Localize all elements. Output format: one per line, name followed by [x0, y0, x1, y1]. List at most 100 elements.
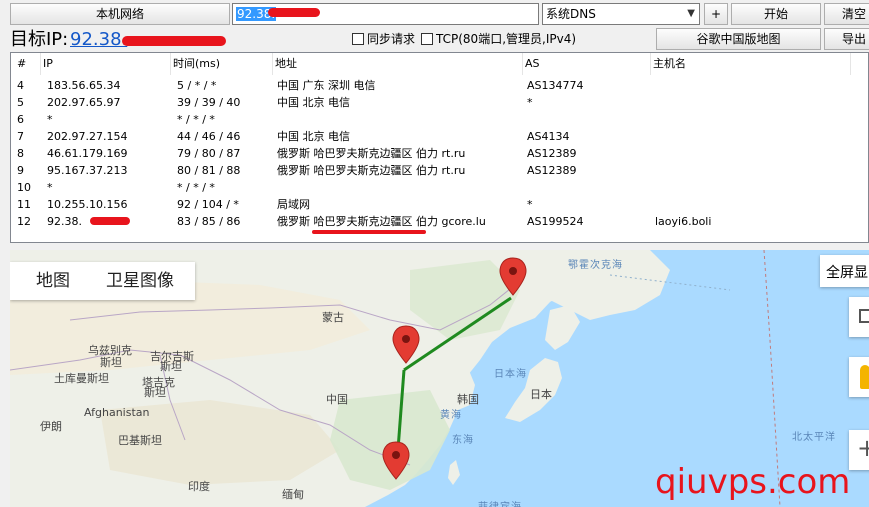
cell-time: 92 / 104 / * [177, 198, 239, 211]
col-header-index[interactable]: # [11, 53, 41, 75]
tcp-mode-checkbox[interactable]: TCP(80端口,管理员,IPv4) [421, 31, 576, 47]
street-view-pegman[interactable] [849, 357, 869, 397]
map-type-tabs: 地图 卫星图像 [10, 262, 195, 300]
cell-index: 6 [17, 113, 24, 126]
sync-request-checkbox[interactable]: 同步请求 [352, 31, 415, 47]
dns-select[interactable]: 系统DNS ▼ [542, 3, 700, 25]
fullscreen-label: 全屏显 [826, 265, 868, 281]
cell-address: 中国 北京 电信 [277, 96, 350, 109]
col-header-address[interactable]: 地址 [273, 53, 523, 75]
cell-ip: 95.167.37.213 [47, 164, 128, 177]
dns-select-value: 系统DNS [546, 7, 596, 21]
table-header: # IP 时间(ms) 地址 AS 主机名 [11, 53, 868, 75]
export-button[interactable]: 导出 [824, 28, 869, 50]
map-label-okhotsk: 鄂霍次克海 [568, 260, 623, 271]
cell-time: 80 / 81 / 88 [177, 164, 241, 177]
cell-time: * / * / * [177, 181, 215, 194]
cell-ip: * [47, 113, 53, 126]
map-label-korea: 韩国 [457, 393, 479, 406]
cell-index: 12 [17, 215, 31, 228]
map-label-uzbekistan-2: 斯坦 [100, 356, 122, 369]
google-map-button[interactable]: 谷歌中国版地图 [656, 28, 821, 50]
map-label-east-sea: 东海 [452, 435, 474, 446]
chevron-down-icon: ▼ [687, 8, 695, 19]
table-row[interactable]: 7 202.97.27.154 44 / 46 / 46 中国 北京 电信 AS4134 [11, 128, 868, 145]
map-label-japan: 日本 [530, 388, 552, 401]
cell-index: 11 [17, 198, 31, 211]
pegman-icon [860, 365, 869, 389]
cell-index: 7 [17, 130, 24, 143]
sync-request-label: 同步请求 [367, 32, 416, 46]
tab-map[interactable]: 地图 [36, 262, 70, 300]
col-header-as[interactable]: AS [523, 53, 651, 75]
cell-as: AS199524 [527, 215, 584, 228]
cell-time: 39 / 39 / 40 [177, 96, 241, 109]
trace-results-table[interactable]: # IP 时间(ms) 地址 AS 主机名 4 183.56.65.34 5 / *… [10, 52, 869, 243]
fullscreen-toggle-button[interactable] [849, 297, 869, 337]
cell-index: 4 [17, 79, 24, 92]
cell-as: AS12389 [527, 147, 577, 160]
cell-ip: * [47, 181, 53, 194]
col-header-hostname[interactable]: 主机名 [651, 53, 851, 75]
table-row[interactable]: 12 92.38. 83 / 85 / 86 俄罗斯 哈巴罗夫斯克边疆区 伯力 gco… [11, 213, 868, 230]
table-row[interactable]: 10 * * / * / * [11, 179, 868, 196]
table-row[interactable]: 9 95.167.37.213 80 / 81 / 88 俄罗斯 哈巴罗夫斯克边疆区 … [11, 162, 868, 179]
cell-hostname: laoyi6.boli [655, 215, 712, 228]
cell-index: 5 [17, 96, 24, 109]
start-button[interactable]: 开始 [731, 3, 821, 25]
table-row[interactable]: 4 183.56.65.34 5 / * / * 中国 广东 深圳 电信 AS13477… [11, 77, 868, 94]
cell-ip: 10.255.10.156 [47, 198, 128, 211]
cell-as: AS134774 [527, 79, 584, 92]
cell-index: 8 [17, 147, 24, 160]
map-label-philippine-sea: 菲律宾海 [478, 498, 522, 507]
cell-address: 中国 广东 深圳 电信 [277, 79, 376, 92]
cell-as: AS4134 [527, 130, 570, 143]
tab-satellite[interactable]: 卫星图像 [106, 262, 174, 300]
cell-ip: 183.56.65.34 [47, 79, 121, 92]
map-label-kyrgyz-2: 斯坦 [160, 360, 182, 373]
cell-address: 俄罗斯 哈巴罗夫斯克边疆区 伯力 gcore.lu [277, 215, 486, 228]
redaction-mark [90, 217, 130, 225]
cell-as: AS12389 [527, 164, 577, 177]
table-row[interactable]: 11 10.255.10.156 92 / 104 / * 局域网 * [11, 196, 868, 213]
site-watermark: qiuvps.com [655, 462, 851, 502]
cell-address: 局域网 [277, 198, 310, 211]
table-row[interactable]: 8 46.61.179.169 79 / 80 / 87 俄罗斯 哈巴罗夫斯克边疆区 … [11, 145, 868, 162]
cell-address: 俄罗斯 哈巴罗夫斯克边疆区 伯力 rt.ru [277, 147, 466, 160]
redaction-mark [122, 36, 226, 46]
col-header-ip[interactable]: IP [41, 53, 171, 75]
map-label-iran: 伊朗 [40, 420, 62, 433]
cell-ip: 202.97.27.154 [47, 130, 128, 143]
map-label-mongolia: 蒙古 [322, 311, 344, 324]
map-label-tajik-2: 斯坦 [144, 386, 166, 399]
local-network-button[interactable]: 本机网络 [10, 3, 230, 25]
cell-index: 9 [17, 164, 24, 177]
table-row[interactable]: 6 * * / * / * [11, 111, 868, 128]
col-header-time[interactable]: 时间(ms) [171, 53, 273, 75]
map-label-pacific: 北太平洋 [792, 432, 836, 443]
tcp-mode-label: TCP(80端口,管理员,IPv4) [436, 32, 577, 46]
clear-button[interactable]: 清空 [824, 3, 869, 25]
zoom-in-button[interactable]: + [849, 430, 869, 470]
map-label-china: 中国 [326, 393, 348, 406]
cell-as: * [527, 198, 533, 211]
cell-ip: 202.97.65.97 [47, 96, 121, 109]
plus-icon: + [857, 434, 869, 462]
cell-as: * [527, 96, 533, 109]
checkbox-box [421, 33, 433, 45]
cell-time: 83 / 85 / 86 [177, 215, 241, 228]
target-ip-link[interactable]: 92.38. [70, 29, 127, 51]
cell-address: 中国 北京 电信 [277, 130, 350, 143]
map-label-myanmar: 缅甸 [282, 488, 304, 501]
redaction-underline [312, 230, 426, 234]
expand-icon [859, 309, 869, 323]
add-button[interactable]: + [704, 3, 728, 25]
table-row[interactable]: 5 202.97.65.97 39 / 39 / 40 中国 北京 电信 * [11, 94, 868, 111]
redaction-mark [268, 8, 320, 17]
target-ip-label: 目标IP: [10, 29, 69, 50]
map-label-yellow-sea: 黄海 [440, 410, 462, 421]
fullscreen-control[interactable]: 全屏显 [820, 255, 869, 287]
cell-time: * / * / * [177, 113, 215, 126]
cell-ip: 46.61.179.169 [47, 147, 128, 160]
map-label-afghanistan: Afghanistan [84, 406, 150, 419]
